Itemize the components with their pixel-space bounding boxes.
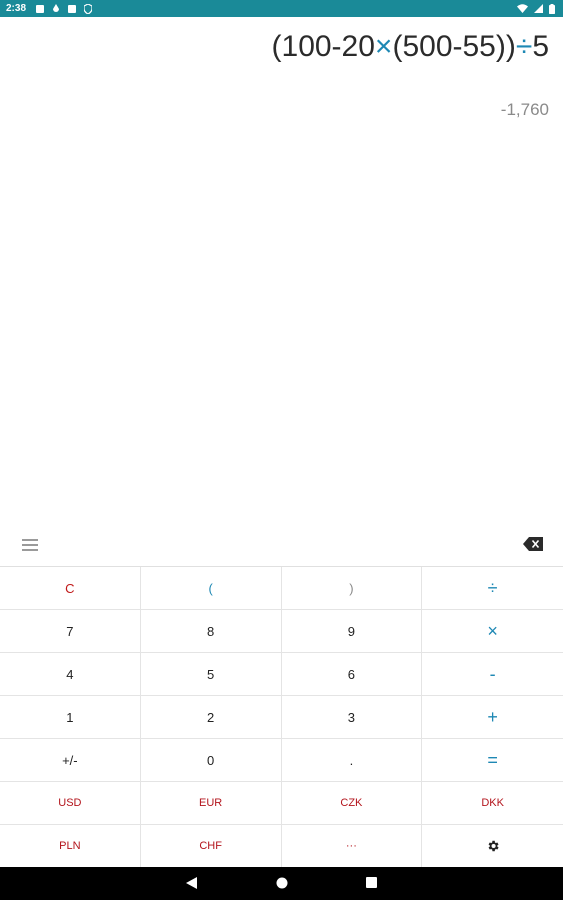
currency-dkk-button[interactable]: DKK bbox=[422, 782, 563, 825]
plus-button[interactable]: + bbox=[422, 696, 563, 739]
home-icon[interactable] bbox=[276, 877, 288, 889]
signal-icon bbox=[534, 4, 543, 13]
minus-button[interactable]: - bbox=[422, 653, 563, 696]
wifi-icon bbox=[517, 4, 528, 13]
digit-4-button[interactable]: 4 bbox=[0, 653, 141, 696]
decimal-button[interactable]: . bbox=[281, 739, 423, 782]
digit-0-button[interactable]: 0 bbox=[140, 739, 282, 782]
divide-operator: ÷ bbox=[515, 30, 533, 63]
gear-icon bbox=[488, 840, 499, 852]
notification-icon bbox=[36, 4, 45, 13]
multiply-operator: × bbox=[374, 30, 393, 63]
currency-eur-button[interactable]: EUR bbox=[140, 782, 282, 825]
open-paren-button[interactable]: ( bbox=[140, 567, 282, 610]
recents-icon[interactable] bbox=[366, 877, 377, 888]
currency-chf-button[interactable]: CHF bbox=[140, 825, 282, 868]
currency-pln-button[interactable]: PLN bbox=[0, 825, 141, 868]
equals-button[interactable]: = bbox=[422, 739, 563, 782]
backspace-icon[interactable] bbox=[523, 537, 543, 551]
expression-part: (100-20 bbox=[271, 30, 375, 63]
expression-part: 5 bbox=[532, 30, 549, 63]
digit-8-button[interactable]: 8 bbox=[140, 610, 282, 653]
close-paren-button[interactable]: ) bbox=[281, 567, 423, 610]
shield-icon bbox=[84, 3, 93, 14]
digit-6-button[interactable]: 6 bbox=[281, 653, 423, 696]
expression-display: (100-20×(500-55))÷5 bbox=[272, 30, 549, 64]
currency-usd-button[interactable]: USD bbox=[0, 782, 141, 825]
digit-2-button[interactable]: 2 bbox=[140, 696, 282, 739]
menu-icon[interactable] bbox=[22, 539, 38, 553]
settings-button[interactable] bbox=[422, 825, 563, 868]
keypad: C ( ) ÷ 7 8 9 × 4 5 6 - 1 2 3 + +/- 0 . … bbox=[0, 566, 563, 868]
battery-icon bbox=[549, 3, 555, 14]
digit-9-button[interactable]: 9 bbox=[281, 610, 423, 653]
drop-icon bbox=[53, 3, 60, 12]
status-time: 2:38 bbox=[6, 3, 27, 14]
digit-7-button[interactable]: 7 bbox=[0, 610, 141, 653]
navigation-bar bbox=[0, 867, 563, 900]
tool-row bbox=[0, 530, 563, 564]
negate-button[interactable]: +/- bbox=[0, 739, 141, 782]
status-bar: 2:38 bbox=[0, 0, 563, 17]
more-currencies-button[interactable]: ··· bbox=[281, 825, 423, 868]
notification-icons bbox=[36, 3, 93, 14]
digit-3-button[interactable]: 3 bbox=[281, 696, 423, 739]
expression-part: (500-55)) bbox=[392, 30, 516, 63]
digit-1-button[interactable]: 1 bbox=[0, 696, 141, 739]
back-icon[interactable] bbox=[186, 877, 197, 889]
digit-5-button[interactable]: 5 bbox=[140, 653, 282, 696]
divide-button[interactable]: ÷ bbox=[422, 567, 563, 610]
clear-button[interactable]: C bbox=[0, 567, 141, 610]
currency-czk-button[interactable]: CZK bbox=[281, 782, 423, 825]
sim-card-icon bbox=[68, 4, 77, 13]
result-preview: -1,760 bbox=[500, 100, 549, 119]
system-icons bbox=[517, 3, 555, 14]
multiply-button[interactable]: × bbox=[422, 610, 563, 653]
